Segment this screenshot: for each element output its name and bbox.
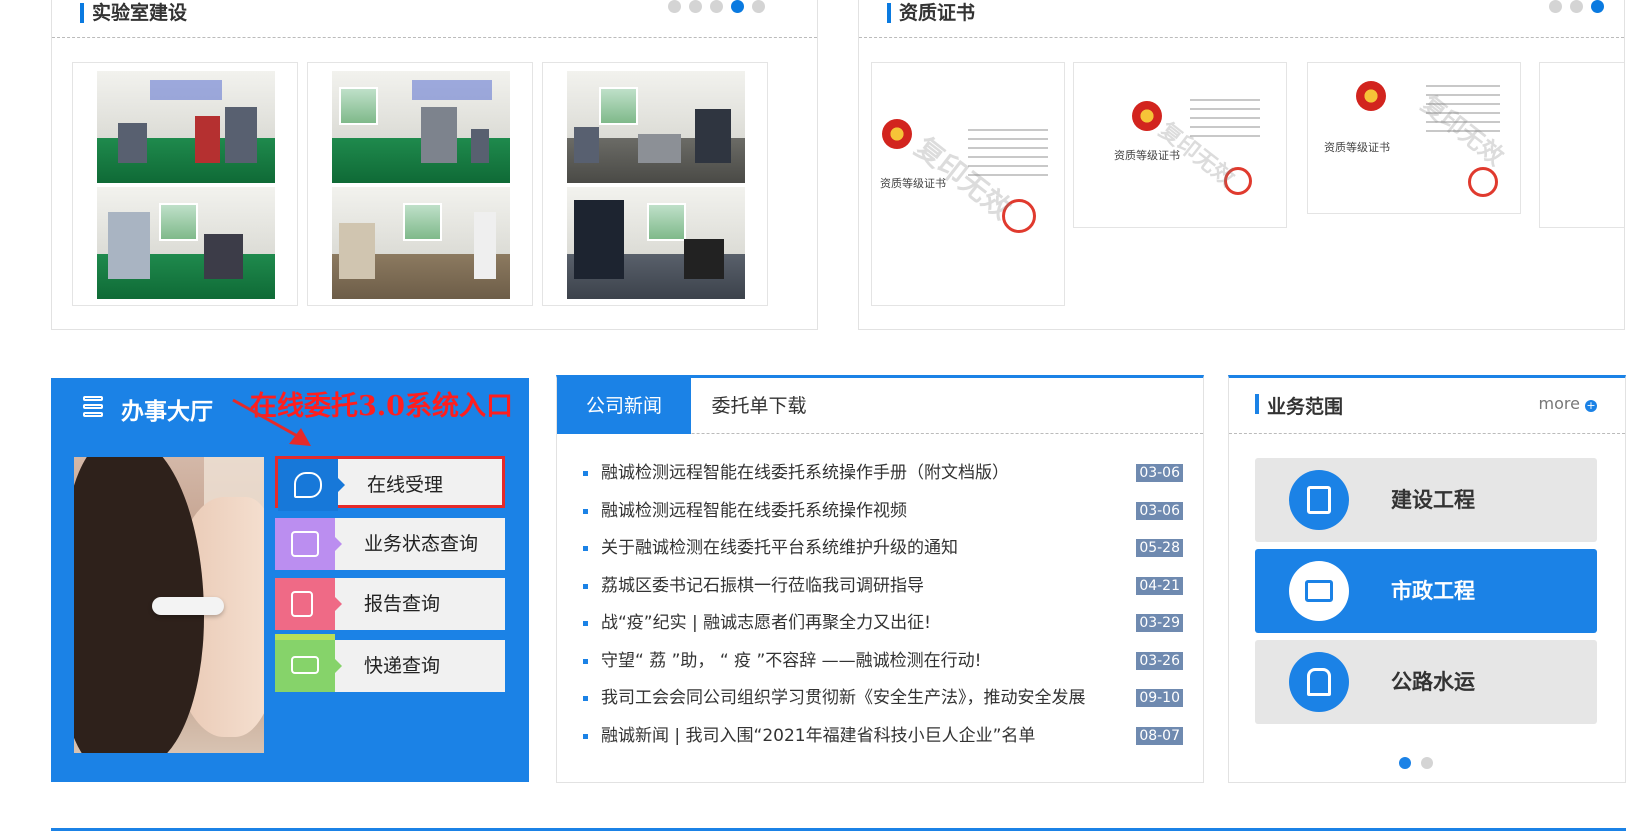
customer-service-photo — [74, 457, 264, 753]
carousel-dot[interactable] — [1421, 757, 1433, 769]
carousel-dot[interactable] — [752, 0, 765, 13]
lab-panel: 实验室建设 — [51, 0, 818, 330]
service-label: 业务状态查询 — [364, 533, 479, 555]
news-list: 融诚检测远程智能在线委托系统操作手册（附文档版） 03-06 融诚检测远程智能在线… — [583, 462, 1183, 762]
lab-photo — [97, 187, 275, 299]
lab-photo — [567, 187, 745, 299]
lab-photo-card[interactable] — [307, 62, 533, 306]
national-emblem-icon — [882, 119, 912, 149]
news-date: 03-06 — [1136, 501, 1183, 520]
carousel-dot[interactable] — [1570, 0, 1583, 13]
national-emblem-icon — [1356, 81, 1386, 111]
carousel-dot[interactable] — [1549, 0, 1562, 13]
municipal-board-icon — [1289, 561, 1349, 621]
lab-photo-card[interactable] — [542, 62, 768, 306]
tab-commission-form-download[interactable]: 委托单下载 — [691, 378, 827, 434]
news-title[interactable]: 荔城区委书记石振棋一行莅临我司调研指导 — [601, 575, 1111, 597]
more-label[interactable]: more — [1539, 394, 1580, 413]
carousel-dot-active[interactable] — [1591, 0, 1604, 13]
lab-panel-title: 实验室建设 — [80, 0, 187, 26]
business-item-name: 公路水运 — [1391, 670, 1475, 694]
building-icon — [1289, 470, 1349, 530]
news-date: 04-21 — [1136, 576, 1183, 595]
business-item-construction[interactable]: 建设工程 — [1255, 458, 1597, 542]
news-date: 03-06 — [1136, 464, 1183, 482]
delivery-truck-icon — [275, 640, 342, 692]
news-title[interactable]: 关于融诚检测在线委托平台系统维护升级的通知 — [601, 537, 1111, 559]
certificate-title: 资质等级证书 — [1324, 141, 1390, 154]
news-item[interactable]: 守望“ 荔 ”助， “ 疫 ”不容辞 ——融诚检测在行动! 03-26 — [583, 650, 1183, 688]
lab-photo — [97, 71, 275, 183]
promo-arrow-icon — [232, 398, 311, 446]
news-tabs: 公司新闻 委托单下载 — [557, 378, 1203, 434]
footer-divider — [51, 828, 1626, 831]
report-search-icon — [275, 578, 342, 630]
business-item-name: 市政工程 — [1391, 579, 1475, 603]
official-seal-icon — [1468, 167, 1498, 197]
certificate-card[interactable]: 资质等级证书 复印无效 — [1073, 62, 1287, 228]
more-link[interactable]: more + — [1539, 394, 1597, 413]
news-item[interactable]: 我司工会会同公司组织学习贯彻新《安全生产法》，推动安全发展 09-10 — [583, 687, 1183, 725]
news-title[interactable]: 融诚检测远程智能在线委托系统操作手册（附文档版） — [601, 462, 1111, 484]
online-acceptance-button[interactable]: 在线受理 — [275, 456, 505, 511]
news-date: 03-29 — [1136, 614, 1183, 632]
lab-photo — [332, 187, 510, 299]
news-date: 08-07 — [1136, 726, 1183, 745]
plus-circle-icon[interactable]: + — [1585, 400, 1597, 412]
news-item[interactable]: 融诚新闻 | 我司入围“2021年福建省科技小巨人企业”名单 08-07 — [583, 725, 1183, 763]
business-item-municipal[interactable]: 市政工程 — [1255, 549, 1597, 633]
news-title[interactable]: 融诚新闻 | 我司入围“2021年福建省科技小巨人企业”名单 — [601, 725, 1111, 747]
news-title[interactable]: 我司工会会同公司组织学习贯彻新《安全生产法》，推动安全发展 — [601, 687, 1111, 709]
national-emblem-icon — [1132, 101, 1162, 131]
road-icon — [1289, 652, 1349, 712]
news-date: 05-28 — [1136, 539, 1183, 557]
carousel-dot[interactable] — [668, 0, 681, 13]
news-item[interactable]: 战“疫”纪实 | 融诚志愿者们再聚全力又出征! 03-29 — [583, 612, 1183, 650]
chat-bubbles-icon — [278, 459, 345, 511]
business-status-query-button[interactable]: 业务状态查询 — [275, 518, 505, 570]
service-label: 报告查询 — [364, 593, 441, 615]
business-item-name: 建设工程 — [1391, 488, 1475, 512]
report-query-button[interactable]: 报告查询 — [275, 578, 505, 630]
certificate-panel: 资质证书 资质等级证书 复印无效 资质等级证书 复印无效 资质等级证书 复印无效 — [858, 0, 1625, 330]
service-label: 快递查询 — [364, 655, 441, 677]
business-scope-header: 业务范围 more + — [1229, 378, 1625, 434]
edit-icon — [275, 518, 342, 570]
certificate-card[interactable]: 资质等级证书 复印无效 — [1307, 62, 1521, 214]
carousel-dot-active[interactable] — [731, 0, 744, 13]
lab-photo-card[interactable] — [72, 62, 298, 306]
certificate-panel-header: 资质证书 — [859, 0, 1624, 38]
news-item[interactable]: 融诚检测远程智能在线委托系统操作视频 03-06 — [583, 500, 1183, 538]
service-hall-icon — [79, 394, 107, 420]
business-scope-panel: 业务范围 more + 建设工程 市政工程 公路水运 — [1228, 375, 1626, 783]
news-date: 03-26 — [1136, 651, 1183, 670]
lab-panel-header: 实验室建设 — [52, 0, 817, 38]
express-query-button[interactable]: 快递查询 — [275, 634, 505, 692]
certificate-card[interactable] — [1539, 62, 1624, 228]
news-title[interactable]: 守望“ 荔 ”助， “ 疫 ”不容辞 ——融诚检测在行动! — [601, 650, 1111, 672]
lab-photo — [332, 71, 510, 183]
certificate-panel-title: 资质证书 — [887, 0, 975, 26]
business-scope-title: 业务范围 — [1255, 392, 1343, 419]
news-item[interactable]: 荔城区委书记石振棋一行莅临我司调研指导 04-21 — [583, 575, 1183, 613]
news-panel: 公司新闻 委托单下载 融诚检测远程智能在线委托系统操作手册（附文档版） 03-06… — [556, 375, 1204, 783]
lab-carousel-dots — [668, 0, 765, 13]
service-hall-title: 办事大厅 — [121, 399, 213, 425]
certificate-card[interactable]: 资质等级证书 复印无效 — [871, 62, 1065, 306]
carousel-dot[interactable] — [689, 0, 702, 13]
news-title[interactable]: 战“疫”纪实 | 融诚志愿者们再聚全力又出征! — [601, 612, 1111, 634]
news-title[interactable]: 融诚检测远程智能在线委托系统操作视频 — [601, 500, 1111, 522]
service-label: 在线受理 — [367, 474, 444, 496]
lab-photo — [567, 71, 745, 183]
service-hall-panel: 办事大厅 在线委托3.0系统入口 在线受理 业务状态查询 报告查询 快递查询 — [51, 378, 529, 782]
carousel-dot[interactable] — [710, 0, 723, 13]
news-date: 09-10 — [1136, 689, 1183, 707]
business-item-highway-waterway[interactable]: 公路水运 — [1255, 640, 1597, 724]
news-item[interactable]: 关于融诚检测在线委托平台系统维护升级的通知 05-28 — [583, 537, 1183, 575]
carousel-dot-active[interactable] — [1399, 757, 1411, 769]
tab-company-news[interactable]: 公司新闻 — [557, 378, 691, 434]
news-item[interactable]: 融诚检测远程智能在线委托系统操作手册（附文档版） 03-06 — [583, 462, 1183, 500]
certificate-carousel-dots — [1549, 0, 1604, 13]
